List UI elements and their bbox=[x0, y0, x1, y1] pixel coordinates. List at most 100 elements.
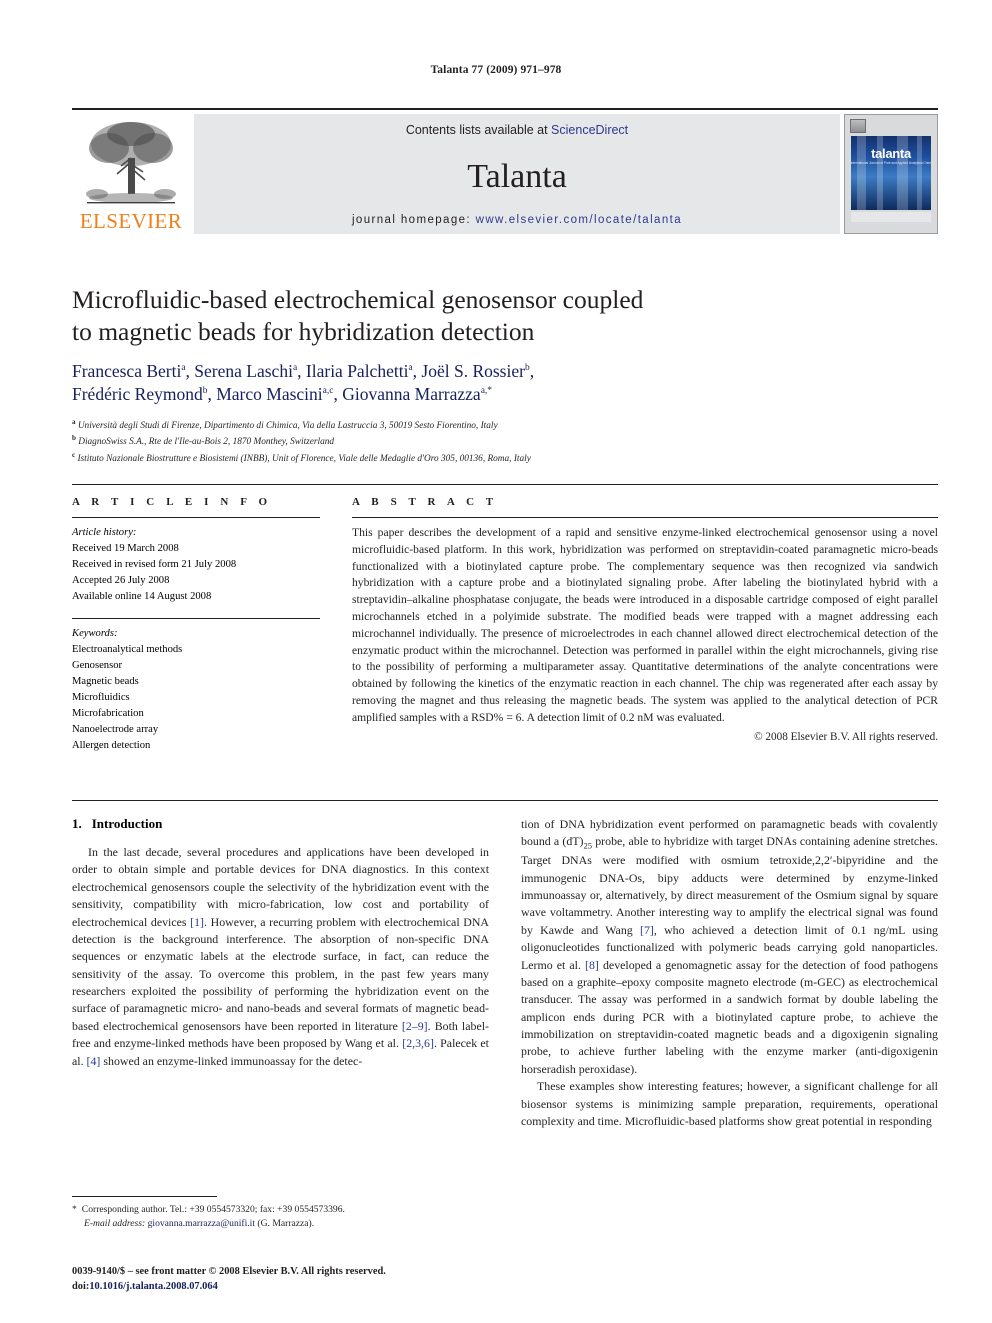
affiliation-item: a Università degli Studi di Firenze, Dip… bbox=[72, 417, 772, 434]
footnote-star-marker: * bbox=[72, 1204, 77, 1215]
footnote-corresponding-text: Corresponding author. Tel.: +39 05545733… bbox=[81, 1204, 345, 1215]
cover-subtitle: The International Journal of Pure and Ap… bbox=[851, 161, 931, 165]
elsevier-logo: ELSEVIER bbox=[72, 114, 190, 234]
doi-link[interactable]: 10.1016/j.talanta.2008.07.064 bbox=[89, 1281, 217, 1292]
author-name: Frédéric Reymond bbox=[72, 384, 203, 405]
article-title-line-2: to magnetic beads for hybridization dete… bbox=[72, 316, 535, 346]
article-history-item: Received in revised form 21 July 2008 bbox=[72, 558, 237, 570]
author-entry[interactable]: Joël S. Rossierb bbox=[421, 361, 529, 381]
author-name: Ilaria Palchetti bbox=[305, 361, 409, 382]
elsevier-wordmark: ELSEVIER bbox=[79, 209, 183, 233]
elsevier-tree-icon bbox=[86, 122, 176, 204]
article-info-column: A R T I C L E I N F O Article history: R… bbox=[72, 496, 320, 754]
author-separator: , bbox=[207, 384, 217, 405]
keywords-rule bbox=[72, 618, 320, 620]
abstract-column: A B S T R A C T This paper describes the… bbox=[352, 496, 938, 754]
affiliation-item: b DiagnoSwiss S.A., Rte de l'Ile-au-Bois… bbox=[72, 433, 772, 450]
title-block: Microfluidic-based electrochemical genos… bbox=[72, 284, 772, 466]
intro-paragraph-right-1: tion of DNA hybridization event performe… bbox=[521, 816, 938, 1078]
journal-cover-thumbnail: talanta The International Journal of Pur… bbox=[844, 114, 938, 234]
cover-artwork: talanta The International Journal of Pur… bbox=[851, 136, 931, 210]
author-affiliation-marker: a,c bbox=[322, 386, 334, 397]
keyword-item: Allergen detection bbox=[72, 739, 151, 751]
author-name: Joël S. Rossier bbox=[421, 361, 525, 382]
cover-wordmark: talanta bbox=[871, 146, 911, 161]
article-title: Microfluidic-based electrochemical genos… bbox=[72, 284, 772, 347]
footnote-email-suffix: (G. Marrazza). bbox=[255, 1217, 315, 1229]
issn-copyright-line: 0039-9140/$ – see front matter © 2008 El… bbox=[72, 1266, 386, 1277]
citation-link[interactable]: [7] bbox=[640, 923, 654, 937]
keywords-block: Keywords: Electroanalytical methods Geno… bbox=[72, 618, 320, 753]
author-entry[interactable]: Francesca Bertia bbox=[72, 361, 186, 381]
author-entry[interactable]: Serena Laschia bbox=[194, 361, 297, 381]
footnote-corresponding-line: * Corresponding author. Tel.: +39 0554573… bbox=[72, 1203, 489, 1217]
corresponding-author-footnote: * Corresponding author. Tel.: +39 0554573… bbox=[72, 1196, 489, 1230]
abstract-text: This paper describes the development of … bbox=[352, 526, 938, 724]
body-columns: 1. Introduction In the last decade, sever… bbox=[72, 816, 938, 1186]
author-entry[interactable]: Ilaria Palchettia bbox=[306, 361, 413, 381]
keyword-item: Microfluidics bbox=[72, 692, 130, 704]
contents-available-line: Contents lists available at ScienceDirec… bbox=[406, 123, 628, 137]
affiliation-text: DiagnoSwiss S.A., Rte de l'Ile-au-Bois 2… bbox=[78, 437, 335, 448]
body-column-right: tion of DNA hybridization event performe… bbox=[521, 816, 938, 1186]
affiliation-marker: b bbox=[72, 434, 76, 443]
author-entry[interactable]: Frédéric Reymondb bbox=[72, 384, 207, 404]
citation-link[interactable]: [2,3,6] bbox=[402, 1036, 434, 1050]
author-name: Marco Mascini bbox=[216, 384, 323, 405]
footnote-rule bbox=[72, 1196, 217, 1197]
article-info-heading: A R T I C L E I N F O bbox=[72, 496, 272, 508]
intro-paragraph-left: In the last decade, several procedures a… bbox=[72, 844, 489, 1070]
author-list: Francesca Bertia, Serena Laschia, Ilaria… bbox=[72, 360, 772, 407]
homepage-url-link[interactable]: www.elsevier.com/locate/talanta bbox=[476, 214, 682, 226]
section-number: 1. bbox=[72, 816, 82, 831]
journal-homepage-line: journal homepage: www.elsevier.com/locat… bbox=[352, 214, 682, 226]
journal-title: Talanta bbox=[467, 157, 567, 195]
keyword-item: Magnetic beads bbox=[72, 676, 139, 688]
affiliation-list: a Università degli Studi di Firenze, Dip… bbox=[72, 417, 772, 467]
author-entry[interactable]: Marco Mascinia,c bbox=[216, 384, 333, 404]
journal-masthead: ELSEVIER Contents lists available at Sci… bbox=[72, 108, 938, 234]
abstract-rule bbox=[352, 517, 938, 518]
author-separator: , bbox=[529, 361, 535, 382]
affiliation-text: Istituto Nazionale Biostrutture e Biosis… bbox=[77, 453, 531, 464]
citation-link[interactable]: [8] bbox=[585, 958, 599, 972]
email-link[interactable]: giovanna.marrazza@unifi.it bbox=[148, 1218, 255, 1229]
footnote-email-line: E-mail address: giovanna.marrazza@unifi.… bbox=[72, 1217, 489, 1231]
band-bottom-rule bbox=[72, 800, 938, 801]
keyword-item: Microfabrication bbox=[72, 707, 144, 719]
author-affiliation-marker: a,* bbox=[480, 386, 493, 397]
section-heading-introduction: 1. Introduction bbox=[72, 816, 489, 832]
author-separator: , bbox=[333, 384, 343, 405]
keywords-label: Keywords: bbox=[72, 628, 118, 640]
keyword-item: Genosensor bbox=[72, 660, 123, 672]
homepage-label: journal homepage: bbox=[351, 214, 472, 226]
cover-corner-icon bbox=[850, 119, 866, 133]
author-name: Giovanna Marrazza bbox=[342, 384, 481, 405]
running-head: Talanta 77 (2009) 971–978 bbox=[430, 64, 562, 76]
subscript-25: 25 bbox=[583, 840, 593, 851]
affiliation-marker: a bbox=[72, 417, 76, 426]
info-abstract-band: A R T I C L E I N F O Article history: R… bbox=[72, 484, 938, 754]
article-history-item: Available online 14 August 2008 bbox=[72, 590, 212, 602]
keyword-item: Nanoelectrode array bbox=[72, 723, 159, 735]
body-column-left: 1. Introduction In the last decade, sever… bbox=[72, 816, 489, 1186]
journal-band: Contents lists available at ScienceDirec… bbox=[194, 114, 840, 234]
author-name: Serena Laschi bbox=[194, 361, 293, 382]
section-title: Introduction bbox=[91, 816, 163, 831]
publisher-bottom-matter: 0039-9140/$ – see front matter © 2008 El… bbox=[72, 1264, 572, 1294]
abstract-copyright: © 2008 Elsevier B.V. All rights reserved… bbox=[754, 730, 938, 743]
citation-link[interactable]: [4] bbox=[87, 1054, 101, 1068]
author-entry[interactable]: Giovanna Marrazzaa,* bbox=[342, 384, 492, 404]
article-history-label: Article history: bbox=[72, 527, 137, 538]
sciencedirect-link[interactable]: ScienceDirect bbox=[551, 123, 628, 137]
article-history-item: Accepted 26 July 2008 bbox=[72, 574, 170, 586]
footnote-email-label: E-mail address: bbox=[84, 1217, 146, 1229]
citation-link[interactable]: [1] bbox=[190, 915, 204, 929]
article-title-line-1: Microfluidic-based electrochemical genos… bbox=[72, 285, 644, 314]
doi-label: doi: bbox=[72, 1281, 90, 1293]
author-name: Francesca Berti bbox=[72, 361, 182, 382]
citation-link[interactable]: [2–9] bbox=[402, 1019, 428, 1033]
affiliation-item: c Istituto Nazionale Biostrutture e Bios… bbox=[72, 450, 772, 467]
affiliation-marker: c bbox=[72, 450, 76, 459]
keyword-item: Electroanalytical methods bbox=[72, 644, 183, 656]
